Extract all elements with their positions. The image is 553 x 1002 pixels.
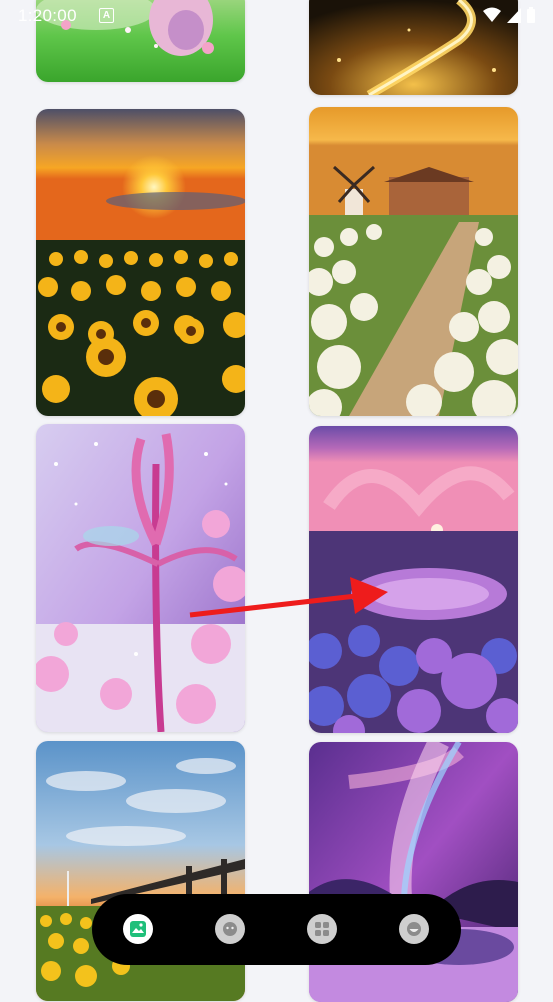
gallery-icon [130,921,146,937]
wifi-icon [483,7,501,22]
battery-icon [527,7,535,23]
status-time: 1:20:00 [18,6,77,25]
pink-lily-flower-image[interactable] [36,424,245,732]
sunflower-field-sunset-image[interactable] [36,109,245,416]
grid-apps-icon [315,922,329,936]
nav-face-button[interactable] [215,914,245,944]
purple-lake-hydrangea-image[interactable] [309,426,518,733]
nav-profile-button[interactable] [399,914,429,944]
nav-gallery-button[interactable] [123,914,153,944]
windmill-hydrangea-path-image[interactable] [309,107,518,416]
status-bar: 1:20:00 A [0,0,553,32]
nav-grid-button[interactable] [307,914,337,944]
bottom-nav-bar [92,894,461,965]
notification-a-icon: A [99,8,114,23]
cellular-signal-icon [507,7,521,23]
face-icon [223,922,237,936]
profile-icon [407,922,421,936]
